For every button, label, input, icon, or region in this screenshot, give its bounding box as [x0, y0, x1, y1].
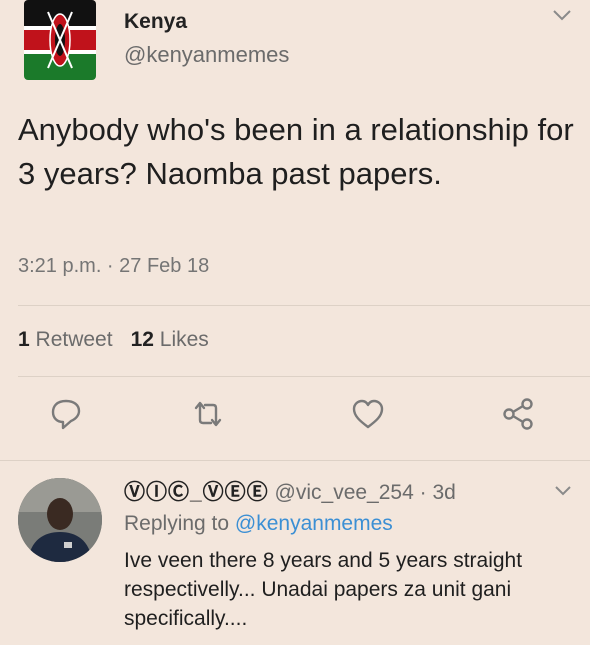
divider — [18, 305, 590, 306]
reply-handle[interactable]: @vic_vee_254 — [275, 481, 414, 504]
tweet-text: Anybody who's been in a relationship for… — [18, 112, 574, 191]
account-handle[interactable]: @kenyanmemes — [124, 42, 289, 68]
reply-header: ⓋⒾⒸ_ⓋⒺⒺ @vic_vee_254 · 3d — [124, 476, 456, 506]
replying-to: Replying to @kenyanmemes — [124, 512, 393, 536]
user-photo-icon — [18, 478, 102, 562]
reply-icon[interactable] — [48, 396, 84, 432]
chevron-down-icon[interactable] — [552, 8, 572, 22]
engagement-stats: 1 Retweet 12 Likes — [18, 328, 209, 352]
divider — [0, 460, 590, 461]
chevron-down-icon[interactable] — [554, 484, 572, 496]
likes-label: Likes — [159, 328, 209, 351]
kenya-flag-icon — [24, 0, 96, 80]
reply-display-name[interactable]: ⓋⒾⒸ_ⓋⒺⒺ — [124, 481, 269, 504]
retweet-count: 1 — [18, 328, 30, 351]
account-name[interactable]: Kenya — [124, 10, 187, 34]
likes-count: 12 — [130, 328, 154, 351]
likes-stat[interactable]: 12 Likes — [131, 328, 209, 351]
main-tweet: Kenya @kenyanmemes Anybody who's been in… — [0, 0, 590, 460]
retweet-label: Retweet — [35, 328, 113, 351]
reply-avatar[interactable] — [18, 478, 102, 562]
retweet-stat[interactable]: 1 Retweet — [18, 328, 113, 351]
action-bar — [0, 396, 590, 436]
reply-tweet[interactable]: ⓋⒾⒸ_ⓋⒺⒺ @vic_vee_254 · 3d Replying to @k… — [0, 470, 590, 645]
retweet-icon[interactable] — [190, 396, 226, 432]
share-icon[interactable] — [500, 396, 536, 432]
tweet-timestamp[interactable]: 3:21 p.m. · 27 Feb 18 — [18, 255, 209, 278]
reply-age: · 3d — [419, 481, 456, 504]
divider — [18, 376, 590, 377]
reply-text: Ive veen there 8 years and 5 years strai… — [124, 549, 523, 630]
replying-prefix: Replying to — [124, 512, 230, 535]
like-icon[interactable] — [350, 396, 386, 432]
replying-mention[interactable]: @kenyanmemes — [235, 512, 393, 535]
kenya-flag-avatar[interactable] — [24, 0, 96, 80]
